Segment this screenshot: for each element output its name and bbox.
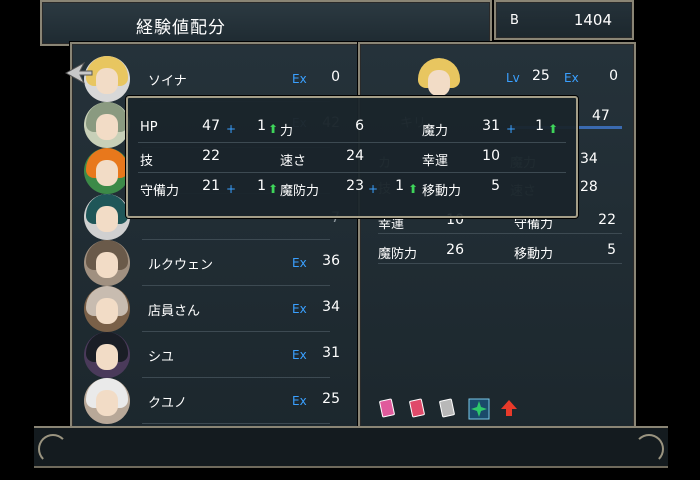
skl-label: 技 <box>140 154 154 169</box>
def-add: 1 <box>257 178 266 194</box>
hp-value: 47 <box>202 118 220 134</box>
up-arrow-icon: ⬆ <box>408 182 419 196</box>
hp-add: 1 <box>257 118 266 134</box>
spd-label: 速さ <box>280 154 307 169</box>
avatar <box>84 102 130 148</box>
ghost-mag-value: 34 <box>580 151 598 167</box>
mag-add: 1 <box>535 118 544 134</box>
avatar <box>84 148 130 194</box>
character-row-6[interactable]: シユ Ex 31 <box>72 332 358 378</box>
character-name: クユノ <box>148 396 188 411</box>
pink-card-icon[interactable] <box>378 398 396 418</box>
green-star-icon[interactable] <box>468 398 490 420</box>
avatar <box>84 194 130 240</box>
hp-label: HP <box>140 120 158 135</box>
str-label: 力 <box>280 124 294 139</box>
luk-label: 幸運 <box>422 154 449 169</box>
up-arrow-icon: ⬆ <box>548 122 559 136</box>
gold-value: 1404 <box>573 11 612 29</box>
mov-label: 移動力 <box>422 184 462 199</box>
ex-label: Ex <box>292 348 307 362</box>
stat-value: 5 <box>607 242 616 258</box>
res-add: 1 <box>395 178 404 194</box>
gray-card-icon[interactable] <box>438 398 456 418</box>
character-row-4[interactable]: ルクウェン Ex 36 <box>72 240 358 286</box>
luk-value: 10 <box>482 148 500 164</box>
avatar <box>84 378 130 424</box>
character-name: シユ <box>148 350 175 365</box>
spd-value: 24 <box>346 148 364 164</box>
ex-value: 36 <box>322 253 340 269</box>
up-arrow-icon: ⬆ <box>268 122 279 136</box>
stat-row-res: 魔防力 26 移動力 5 <box>378 238 622 264</box>
hp-plus: + <box>226 122 237 136</box>
ex-value: 25 <box>322 391 340 407</box>
character-name: ソイナ <box>148 74 187 89</box>
res-plus: + <box>368 182 379 196</box>
mag-value: 31 <box>482 118 500 134</box>
gold-label: B <box>510 13 519 28</box>
stat-value: 22 <box>598 212 616 228</box>
res-value: 23 <box>346 178 364 194</box>
avatar <box>84 286 130 332</box>
ex-label: Ex <box>292 302 307 316</box>
res-label: 魔防力 <box>280 184 320 199</box>
stat-label: 移動力 <box>514 247 554 262</box>
title-bar: 経験値配分 <box>40 0 492 46</box>
avatar <box>84 332 130 378</box>
ex-value: 31 <box>322 345 340 361</box>
skl-value: 22 <box>202 148 220 164</box>
up-arrow-icon: ⬆ <box>268 182 279 196</box>
ex-value: 0 <box>331 69 340 85</box>
ex-label: Ex <box>292 72 307 86</box>
def-value: 21 <box>202 178 220 194</box>
level-label: Lv <box>506 71 520 85</box>
character-row-7[interactable]: クユノ Ex 25 <box>72 378 358 424</box>
character-name: 店員さん <box>148 304 201 319</box>
ghost-hp: 47 <box>592 108 610 124</box>
stat-label: 魔防力 <box>378 247 418 262</box>
red-card-icon[interactable] <box>408 398 426 418</box>
selection-cursor-icon <box>64 61 93 85</box>
character-row-5[interactable]: 店員さん Ex 34 <box>72 286 358 332</box>
ex-label: Ex <box>292 256 307 270</box>
stat-value: 26 <box>446 242 464 258</box>
bottom-frame <box>34 426 668 468</box>
ex-value: 34 <box>322 299 340 315</box>
str-value: 6 <box>355 118 364 134</box>
level-value: 25 <box>532 68 550 84</box>
avatar <box>84 240 130 286</box>
def-plus: + <box>226 182 237 196</box>
stat-growth-popup: HP 47 + 1 ⬆ 力 6 魔力 31 + 1 ⬆ 技 22 速さ 24 幸… <box>126 96 578 218</box>
gold-display: B 1404 <box>494 0 634 40</box>
red-arrow-icon[interactable] <box>500 398 518 418</box>
detail-ex-label: Ex <box>564 71 579 85</box>
mag-label: 魔力 <box>422 124 449 139</box>
screen-title: 経験値配分 <box>136 18 226 38</box>
detail-ex-value: 0 <box>609 68 618 84</box>
def-label: 守備力 <box>140 184 180 199</box>
ghost-spd-value: 28 <box>580 179 598 195</box>
ex-label: Ex <box>292 394 307 408</box>
mag-plus: + <box>506 122 517 136</box>
character-name: ルクウェン <box>148 258 214 273</box>
mov-value: 5 <box>491 178 500 194</box>
